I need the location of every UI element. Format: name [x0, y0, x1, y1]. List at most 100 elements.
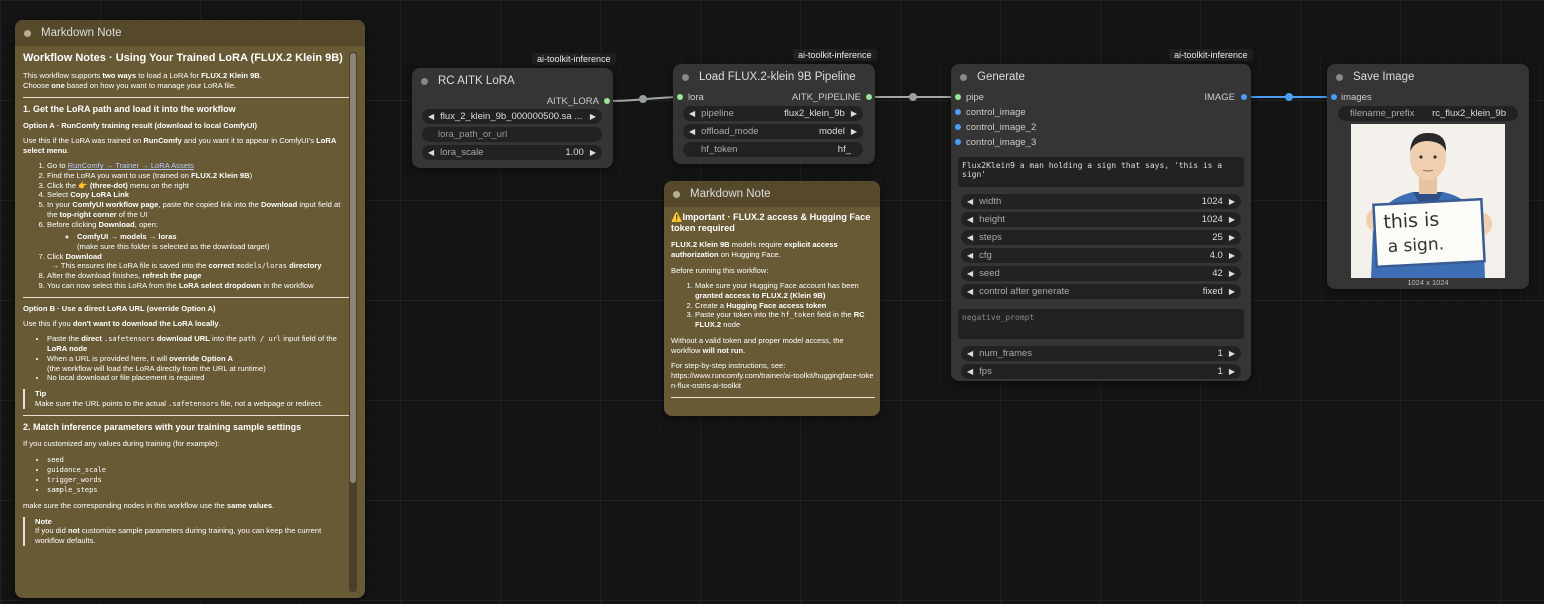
chevron-right-icon[interactable]: ▶ — [1229, 215, 1235, 224]
vertical-scrollbar[interactable] — [349, 52, 357, 592]
chevron-left-icon[interactable]: ◀ — [967, 197, 973, 206]
node-header[interactable]: Generate — [951, 64, 1251, 90]
chevron-left-icon[interactable]: ◀ — [967, 269, 973, 278]
fps-number-widget[interactable]: ◀ fps 1 ▶ — [961, 364, 1241, 379]
cfg-number-widget[interactable]: ◀ cfg 4.0 ▶ — [961, 248, 1241, 263]
option-b-usage: Use this if you don't want to download t… — [23, 318, 221, 328]
step-item: After the download finishes, refresh the… — [47, 271, 349, 281]
chevron-left-icon[interactable]: ◀ — [967, 233, 973, 242]
collapse-dot-icon[interactable] — [673, 190, 680, 198]
negative-prompt-textarea[interactable]: negative_prompt — [958, 309, 1244, 339]
input-port-pipe[interactable] — [955, 94, 961, 100]
node-header[interactable]: Markdown Note — [664, 181, 880, 207]
note-heading: ⚠️Important · FLUX.2 access & Hugging Fa… — [671, 212, 871, 234]
section-heading-1: 1. Get the LoRA path and load it into th… — [23, 103, 236, 114]
num-frames-number-widget[interactable]: ◀ num_frames 1 ▶ — [961, 346, 1241, 361]
save-image-node[interactable]: Save Image images filename_prefix rc_flu… — [1327, 64, 1529, 289]
input-label: control_image — [966, 107, 1026, 118]
collapse-dot-icon[interactable] — [421, 77, 428, 85]
collapse-dot-icon[interactable] — [960, 73, 967, 81]
sub-step-item: ComfyUI → models → loras(make sure this … — [77, 232, 349, 251]
node-title: RC AITK LoRA — [438, 75, 515, 87]
node-title: Save Image — [1353, 71, 1415, 83]
input-port-control-image-3[interactable] — [955, 139, 961, 145]
chevron-left-icon[interactable]: ◀ — [967, 215, 973, 224]
chevron-left-icon[interactable]: ◀ — [689, 109, 695, 118]
input-port-control-image[interactable] — [955, 109, 961, 115]
control-after-generate-select[interactable]: ◀ control after generate fixed ▶ — [961, 284, 1241, 299]
node-title: Generate — [977, 71, 1025, 83]
chevron-left-icon[interactable]: ◀ — [967, 251, 973, 260]
input-port-control-image-2[interactable] — [955, 124, 961, 130]
instructions-url[interactable]: https://www.runcomfy.com/trainer/ai-tool… — [671, 371, 873, 390]
output-port-image[interactable] — [1241, 94, 1247, 100]
generate-node[interactable]: Generate pipe control_image control_imag… — [951, 64, 1251, 381]
offload-mode-select[interactable]: ◀ offload_mode model ▶ — [683, 124, 863, 139]
node-header[interactable]: Markdown Note — [15, 20, 365, 46]
step-item: Go to RunComfy → Trainer → LoRA Assets — [47, 161, 349, 171]
chevron-left-icon[interactable]: ◀ — [967, 349, 973, 358]
chevron-right-icon[interactable]: ▶ — [851, 109, 857, 118]
chevron-right-icon[interactable]: ▶ — [851, 127, 857, 136]
section-2-after: make sure the corresponding nodes in thi… — [23, 500, 275, 510]
paragraph: Before running this workflow: — [671, 265, 769, 275]
output-label: IMAGE — [1204, 92, 1235, 103]
chevron-right-icon[interactable]: ▶ — [1229, 349, 1235, 358]
input-port-images[interactable] — [1331, 94, 1337, 100]
link-lora-midpoint — [639, 95, 647, 103]
input-label: images — [1341, 92, 1372, 103]
chevron-right-icon[interactable]: ▶ — [1229, 251, 1235, 260]
chevron-right-icon[interactable]: ▶ — [590, 112, 596, 121]
chevron-left-icon[interactable]: ◀ — [689, 127, 695, 136]
output-label: AITK_LORA — [546, 96, 599, 107]
chevron-right-icon[interactable]: ▶ — [1229, 233, 1235, 242]
prompt-textarea[interactable]: Flux2Klein9 a man holding a sign that sa… — [958, 157, 1244, 187]
chevron-right-icon[interactable]: ▶ — [1229, 197, 1235, 206]
output-image-preview[interactable]: this is a sign. — [1351, 124, 1505, 278]
divider — [23, 296, 349, 298]
seed-number-widget[interactable]: ◀ seed 42 ▶ — [961, 266, 1241, 281]
image-size-label: 1024 x 1024 — [1407, 278, 1449, 287]
chevron-right-icon[interactable]: ▶ — [590, 148, 596, 157]
input-port-lora[interactable] — [677, 94, 683, 100]
generated-image: this is a sign. — [1351, 124, 1505, 278]
collapse-dot-icon[interactable] — [682, 73, 689, 81]
node-header[interactable]: RC AITK LoRA — [412, 68, 613, 94]
chevron-left-icon[interactable]: ◀ — [967, 287, 973, 296]
output-port-pipeline[interactable] — [866, 94, 872, 100]
note-callout: Note If you did not customize sample par… — [23, 516, 349, 546]
markdown-note-hf-token[interactable]: Markdown Note ⚠️Important · FLUX.2 acces… — [664, 181, 880, 416]
chevron-right-icon[interactable]: ▶ — [1229, 269, 1235, 278]
chevron-left-icon[interactable]: ◀ — [967, 367, 973, 376]
steps-number-widget[interactable]: ◀ steps 25 ▶ — [961, 230, 1241, 245]
node-badge: ai-toolkit-inference — [1169, 49, 1253, 61]
collapse-dot-icon[interactable] — [1336, 73, 1343, 81]
step-item: Click Download → This ensures the LoRA f… — [47, 252, 349, 272]
chevron-left-icon[interactable]: ◀ — [428, 112, 434, 121]
bullet-item: When a URL is provided here, it will ove… — [47, 354, 349, 373]
markdown-note-workflow[interactable]: Markdown Note Workflow Notes · Using You… — [15, 20, 365, 598]
lora-scale-slider[interactable]: ◀ lora_scale 1.00 ▶ — [422, 145, 602, 160]
chevron-left-icon[interactable]: ◀ — [428, 148, 434, 157]
node-header[interactable]: Load FLUX.2-klein 9B Pipeline — [673, 64, 875, 90]
scrollbar-thumb[interactable] — [350, 53, 356, 483]
lora-assets-link[interactable]: RunComfy → Trainer → LoRA Assets — [68, 161, 194, 170]
pointing-hand-icon: 👉 — [78, 180, 88, 190]
chevron-right-icon[interactable]: ▶ — [1229, 287, 1235, 296]
warning-icon: ⚠️ — [671, 212, 683, 222]
filename-prefix-input[interactable]: filename_prefix rc_flux2_klein_9b — [1338, 106, 1518, 121]
divider — [671, 396, 875, 398]
width-number-widget[interactable]: ◀ width 1024 ▶ — [961, 194, 1241, 209]
lora-name-select[interactable]: ◀ flux_2_klein_9b_000000500.sa ... ▶ — [422, 109, 602, 124]
output-port-aitk-lora[interactable] — [604, 98, 610, 104]
collapse-dot-icon[interactable] — [24, 29, 31, 37]
pipeline-select[interactable]: ◀ pipeline flux2_klein_9b ▶ — [683, 106, 863, 121]
hf-token-input[interactable]: hf_token hf_ — [683, 142, 863, 157]
load-pipeline-node[interactable]: Load FLUX.2-klein 9B Pipeline lora AITK_… — [673, 64, 875, 164]
node-header[interactable]: Save Image — [1327, 64, 1529, 90]
bullet-item: No local download or file placement is r… — [47, 373, 349, 383]
lora-path-input[interactable]: lora_path_or_url — [422, 127, 602, 142]
chevron-right-icon[interactable]: ▶ — [1229, 367, 1235, 376]
rc-aitk-lora-node[interactable]: RC AITK LoRA AITK_LORA ◀ flux_2_klein_9b… — [412, 68, 613, 168]
height-number-widget[interactable]: ◀ height 1024 ▶ — [961, 212, 1241, 227]
